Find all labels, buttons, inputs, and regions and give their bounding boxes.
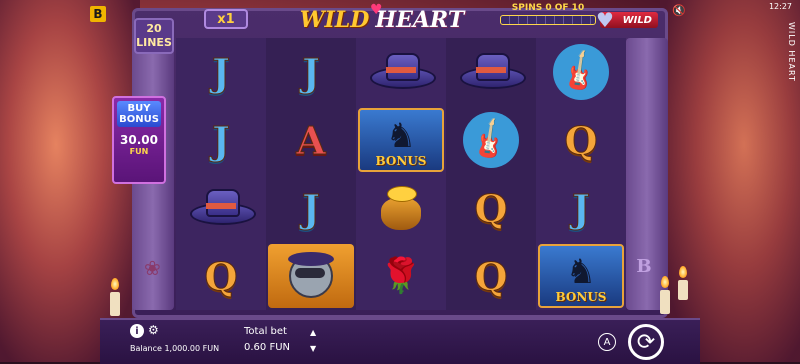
buy-bonus-button[interactable]: BUY BONUS 30.00 FUN [112,96,166,184]
reel-cell: J [176,38,266,106]
game-logo-wild: WILD [299,7,370,33]
hat-symbol-icon [370,53,436,91]
symbol-q: Q [204,253,238,299]
game-logo-heart: HEART [375,7,465,33]
bet-increase-icon[interactable]: ▲ [310,328,316,337]
reel-cell: J [266,174,356,242]
reel-cell: 🌹 [356,242,446,310]
bonus-symbol: ♞ BONUS [358,108,444,172]
reel-cell: J [266,38,356,106]
reel-cell: Q [446,174,536,242]
autoplay-button[interactable]: A [598,333,616,351]
reel-cell [266,242,356,310]
symbol-j: J [212,49,231,95]
clock: 12:27 [768,2,792,11]
reel-cell: 🎸 [536,38,626,106]
spins-counter: SPINS 0 OF 10 [511,3,585,13]
raccoon-hat-icon [288,252,334,266]
bet-decrease-icon[interactable]: ▼ [310,344,316,353]
symbol-q: Q [564,117,598,163]
candle-icon [678,280,688,300]
mute-icon[interactable]: 🔇 [672,4,686,17]
reel-cell [176,174,266,242]
reel-cell: Q [446,242,536,310]
symbol-q: Q [474,185,508,231]
reel-cell: A [266,106,356,174]
reel-cell: Q [536,106,626,174]
guitar-symbol-icon: 🎸 [553,44,609,100]
rose-ornament-icon: ❀ [144,256,161,280]
reel-cell [356,38,446,106]
side-game-title: WILD HEART [787,22,796,82]
candle-icon [660,290,670,314]
spin-button[interactable]: ⟳ [628,324,664,360]
symbol-j: J [302,185,321,231]
bonus-symbol-label: BONUS [375,154,427,168]
paylines-indicator: 20 LINES [134,18,174,54]
free-spins-meter: SPINS 0 OF 10 [500,3,596,27]
hat-symbol-icon [190,189,256,227]
reels-grid: J J 🎸 J A ♞ BONUS 🎸 Q J Q J Q 🌹 Q ♞ BONUS [176,38,626,310]
horse-icon: ♞ [565,252,597,292]
multiplier-badge: x1 [204,9,248,29]
bonus-symbol-label: BONUS [555,290,607,304]
symbol-q: Q [474,253,508,299]
total-bet-value: 0.60 FUN [244,342,290,353]
brand-logo-icon: B [90,6,106,22]
buy-bonus-label: BUY BONUS [117,101,161,127]
heart-icon: ♥ [370,2,383,18]
flame-icon [111,278,119,290]
horse-icon: ♞ [385,116,417,156]
flame-icon [679,266,687,278]
symbol-a: A [296,117,327,163]
info-icon[interactable]: i [130,324,144,338]
spins-progress-bar [500,15,596,25]
reel-cell: Q [176,242,266,310]
guitar-symbol-icon: 🎸 [463,112,519,168]
bonus-symbol: ♞ BONUS [538,244,624,308]
reel-cell [446,38,536,106]
b-ornament-icon: B [636,256,652,277]
gear-icon[interactable]: ⚙ [148,323,159,337]
silver-heart-icon: ♥ [596,8,614,32]
total-bet-label: Total bet [244,326,287,337]
symbol-j: J [212,117,231,163]
buy-bonus-currency: FUN [129,147,149,156]
paylines-label: LINES [136,36,172,49]
flame-icon [661,276,669,288]
reel-cell: J [536,174,626,242]
raccoon-wild-symbol [268,244,354,308]
reel-cell: J [176,106,266,174]
buy-bonus-amount: 30.00 [120,133,158,147]
status-bar: 12:27 [769,2,792,11]
background-right-scenery [660,0,800,362]
reel-cell: ♞ BONUS [536,242,626,310]
hat-symbol-icon [460,53,526,91]
balance-display: Balance 1,000.00 FUN [130,344,220,353]
symbol-j: J [572,185,591,231]
reel-cell: 🎸 [446,106,536,174]
reel-cell [356,174,446,242]
symbol-j: J [302,49,321,95]
gold-pot-symbol-icon [377,186,425,230]
candle-icon [110,292,120,316]
rose-symbol-icon: 🌹 [379,256,423,296]
paylines-count: 20 [146,22,162,35]
reel-cell: ♞ BONUS [356,106,446,174]
